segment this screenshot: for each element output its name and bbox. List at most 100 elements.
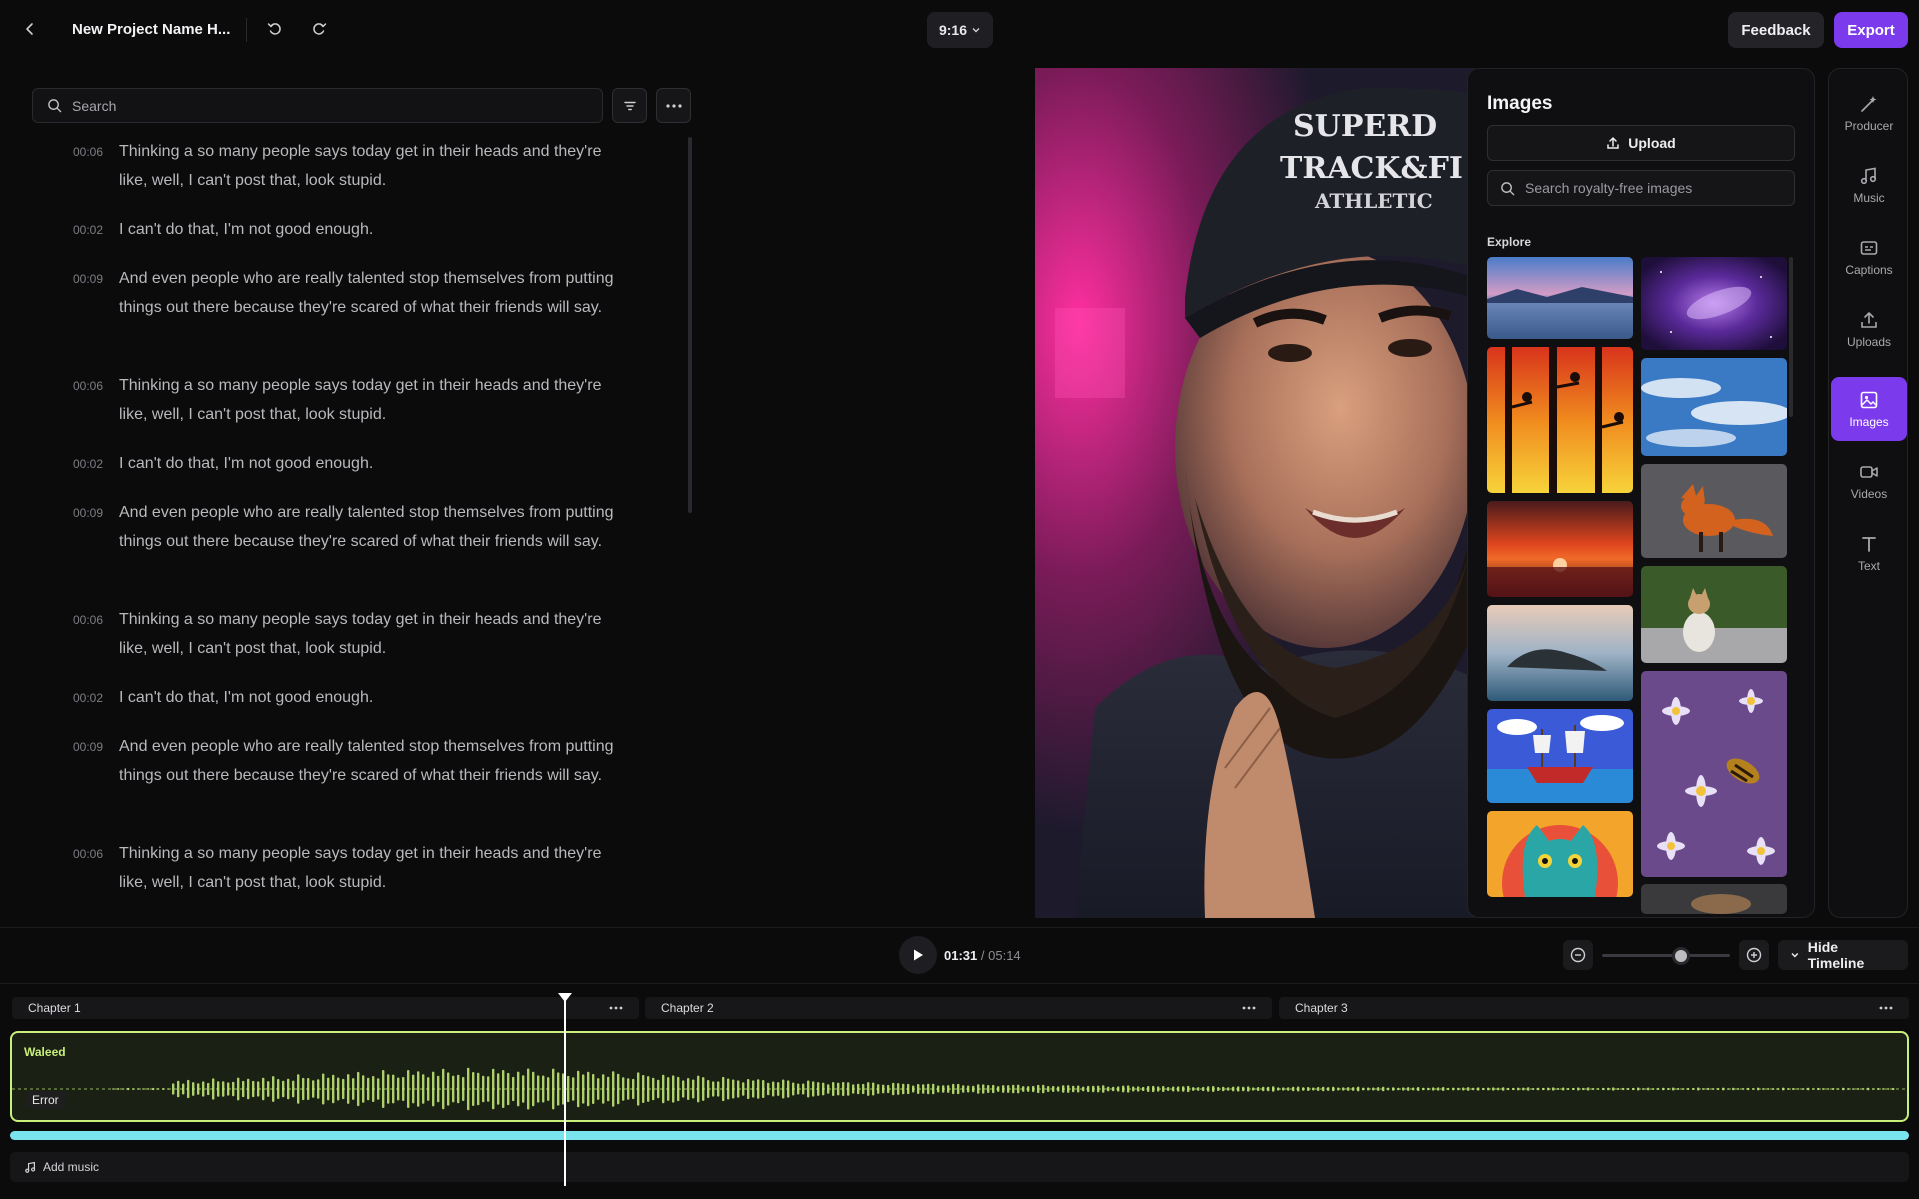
chapter-label: Chapter 3 — [1295, 1001, 1348, 1015]
track-name: Waleed — [24, 1045, 66, 1059]
upload-icon — [1861, 311, 1877, 328]
cap-text-line-3: ATHLETIC — [1314, 189, 1433, 213]
transcript-scrollbar[interactable] — [688, 137, 692, 513]
images-panel: Images Upload Search royalty-free images… — [1467, 68, 1815, 918]
purple-galaxy-thumb[interactable] — [1641, 257, 1787, 350]
cat-illustration-thumb[interactable] — [1487, 811, 1633, 897]
hide-timeline-button[interactable]: Hide Timeline — [1778, 939, 1908, 971]
play-button[interactable] — [899, 936, 937, 974]
transcript-text[interactable]: I can't do that, I'm not good enough. — [119, 449, 373, 478]
aspect-ratio-value: 9:16 — [938, 22, 968, 38]
feedback-button[interactable]: Feedback — [1728, 12, 1824, 48]
transcript-search-input[interactable]: Search — [72, 98, 116, 114]
transcript-line[interactable]: 00:06 Thinking a so many people says toda… — [73, 142, 633, 195]
more-horizontal-icon — [665, 103, 682, 108]
transcript-text[interactable]: Thinking a so many people says today get… — [119, 839, 633, 897]
add-music-label: Add music — [43, 1160, 100, 1174]
transcript-line[interactable]: 00:02 I can't do that, I'm not good enoug… — [73, 220, 633, 244]
transcript-line[interactable]: 00:06 Thinking a so many people says toda… — [73, 844, 633, 897]
zoom-in-icon — [1746, 947, 1762, 963]
divider — [0, 927, 1919, 928]
aspect-ratio-select[interactable]: 9:16 — [927, 12, 993, 48]
pirate-ship-cartoon-thumb[interactable] — [1487, 709, 1633, 803]
hide-timeline-label: Hide Timeline — [1807, 939, 1865, 971]
video-progress-track[interactable] — [10, 1131, 1909, 1140]
transcript-text[interactable]: Thinking a so many people says today get… — [119, 371, 633, 429]
back-arrow-icon[interactable] — [18, 16, 42, 42]
more-horizontal-icon[interactable] — [1242, 1006, 1256, 1010]
timestamp: 00:06 — [73, 379, 104, 393]
chapter-2[interactable]: Chapter 2 — [645, 997, 1272, 1019]
zoom-slider-handle[interactable] — [1672, 947, 1691, 965]
top-bar: New Project Name H... 9:16 Feedback Expo… — [0, 0, 1919, 60]
transcript-line[interactable]: 00:02 I can't do that, I'm not good enoug… — [73, 454, 633, 478]
sidebar-item-text[interactable]: Text — [1831, 521, 1907, 585]
timestamp: 00:09 — [73, 506, 104, 520]
divider — [0, 983, 1919, 984]
transcript-line[interactable]: 00:06 Thinking a so many people says toda… — [73, 610, 633, 663]
transcript-line[interactable]: 00:09 And even people who are really tale… — [73, 737, 633, 790]
island-coast-thumb[interactable] — [1487, 605, 1633, 701]
transcript-text[interactable]: And even people who are really talented … — [119, 264, 633, 322]
export-button[interactable]: Export — [1834, 12, 1908, 48]
sidebar-item-uploads[interactable]: Uploads — [1831, 297, 1907, 361]
filter-button[interactable] — [612, 88, 647, 123]
image-search-placeholder: Search royalty-free images — [1525, 180, 1693, 196]
playhead[interactable] — [558, 993, 572, 1186]
transcript-search[interactable]: Search — [32, 88, 603, 123]
ocean-sunset-thumb[interactable] — [1487, 501, 1633, 597]
video-preview[interactable]: SUPERD TRACK&FI ATHLETIC — [1035, 68, 1475, 918]
transcript-line[interactable]: 00:06 Thinking a so many people says toda… — [73, 376, 633, 429]
zoom-in-button[interactable] — [1739, 940, 1769, 970]
music-note-icon — [1860, 167, 1877, 184]
filter-icon — [623, 101, 636, 110]
redo-icon[interactable] — [307, 16, 331, 42]
search-icon — [48, 99, 62, 113]
transcript-text[interactable]: Thinking a so many people says today get… — [119, 137, 633, 195]
sidebar-item-images[interactable]: Images — [1831, 377, 1907, 441]
partial-thumb[interactable] — [1641, 884, 1787, 914]
sidebar-item-videos[interactable]: Videos — [1831, 449, 1907, 513]
video-frame: SUPERD TRACK&FI ATHLETIC — [1035, 68, 1475, 918]
transcript-text[interactable]: And even people who are really talented … — [119, 732, 633, 790]
bee-on-flowers-thumb[interactable] — [1641, 671, 1787, 877]
timestamp: 00:06 — [73, 847, 104, 861]
more-horizontal-icon[interactable] — [609, 1006, 623, 1010]
play-icon — [914, 949, 923, 961]
more-horizontal-icon[interactable] — [1879, 1006, 1893, 1010]
image-search-field[interactable]: Search royalty-free images — [1487, 170, 1795, 206]
timestamp: 00:02 — [73, 223, 104, 237]
playback-time: 01:31 / 05:14 — [944, 948, 1021, 963]
upload-icon — [1607, 137, 1620, 149]
lake-sunset-thumb[interactable] — [1487, 257, 1633, 339]
transcript-text[interactable]: I can't do that, I'm not good enough. — [119, 683, 373, 712]
transcript-line[interactable]: 00:09 And even people who are really tale… — [73, 503, 633, 556]
divider — [246, 18, 247, 42]
transcript-text[interactable]: Thinking a so many people says today get… — [119, 605, 633, 663]
transcript-text[interactable]: I can't do that, I'm not good enough. — [119, 215, 373, 244]
undo-icon[interactable] — [263, 16, 287, 42]
transcript-line[interactable]: 00:09 And even people who are really tale… — [73, 269, 633, 322]
sidebar-item-music[interactable]: Music — [1831, 153, 1907, 217]
cat-sitting-thumb[interactable] — [1641, 566, 1787, 663]
transcript-text[interactable]: And even people who are really talented … — [119, 498, 633, 556]
chapter-3[interactable]: Chapter 3 — [1279, 997, 1909, 1019]
more-options-button[interactable] — [656, 88, 691, 123]
fox-thumb[interactable] — [1641, 464, 1787, 558]
project-title[interactable]: New Project Name H... — [72, 21, 230, 38]
upload-label: Upload — [1628, 135, 1676, 151]
images-scrollbar[interactable] — [1789, 257, 1793, 417]
panel-title: Images — [1487, 93, 1553, 114]
transcript-line[interactable]: 00:02 I can't do that, I'm not good enoug… — [73, 688, 633, 712]
upload-button[interactable]: Upload — [1487, 125, 1795, 161]
blue-sky-clouds-thumb[interactable] — [1641, 358, 1787, 456]
add-music-button[interactable]: Add music — [10, 1152, 1909, 1182]
sidebar-item-captions[interactable]: Captions — [1831, 225, 1907, 289]
timestamp: 00:06 — [73, 145, 104, 159]
zoom-slider[interactable] — [1602, 947, 1730, 965]
chapter-1[interactable]: Chapter 1 — [12, 997, 639, 1019]
birds-sunset-trees-thumb[interactable] — [1487, 347, 1633, 493]
voice-track[interactable]: Waleed Error — [10, 1031, 1909, 1122]
zoom-out-button[interactable] — [1563, 940, 1593, 970]
sidebar-item-producer[interactable]: Producer — [1831, 81, 1907, 145]
